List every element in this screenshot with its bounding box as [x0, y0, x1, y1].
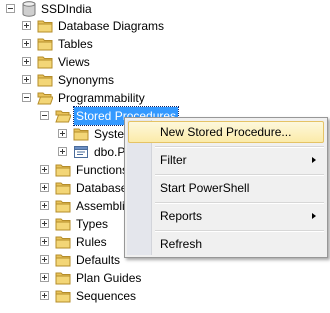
- tree-label[interactable]: SSDIndia: [39, 0, 94, 18]
- folder-icon: [73, 128, 89, 141]
- tree-label[interactable]: Programmability: [56, 89, 147, 107]
- expand-toggle[interactable]: [58, 129, 67, 138]
- tree-node-functions[interactable]: Functions: [0, 161, 124, 179]
- tree-node-rules[interactable]: Rules: [0, 233, 124, 251]
- expand-toggle[interactable]: [58, 147, 67, 156]
- menu-item-filter[interactable]: Filter: [128, 149, 324, 171]
- menu-item-new-stored-procedure[interactable]: New Stored Procedure...: [128, 121, 324, 143]
- menu-item-start-powershell[interactable]: Start PowerShell: [128, 177, 324, 199]
- expand-toggle[interactable]: [40, 219, 49, 228]
- expand-toggle[interactable]: [22, 21, 31, 30]
- tree-label[interactable]: Assemblies: [74, 197, 124, 215]
- collapse-toggle[interactable]: [6, 4, 15, 13]
- folder-icon: [55, 290, 71, 303]
- expand-toggle[interactable]: [40, 183, 49, 192]
- folder-icon: [55, 164, 71, 177]
- tree-node-plan-guides[interactable]: Plan Guides: [0, 269, 330, 287]
- tree-node-types[interactable]: Types: [0, 215, 124, 233]
- tree-node-dbo-procedure[interactable]: dbo.Procedure: [0, 143, 124, 161]
- submenu-arrow-icon: [312, 157, 316, 163]
- expand-toggle[interactable]: [40, 201, 49, 210]
- expand-toggle[interactable]: [40, 165, 49, 174]
- tree-label[interactable]: Database Diagrams: [56, 17, 166, 35]
- tree-node-sequences[interactable]: Sequences: [0, 287, 330, 305]
- menu-separator: [155, 146, 324, 148]
- tree-node-tables[interactable]: Tables: [0, 35, 330, 53]
- folder-open-icon: [55, 110, 71, 123]
- tree-label[interactable]: Synonyms: [56, 71, 116, 89]
- folder-icon: [55, 272, 71, 285]
- folder-icon: [55, 218, 71, 231]
- tree-label[interactable]: Views: [56, 53, 92, 71]
- expand-toggle[interactable]: [22, 39, 31, 48]
- tree-node-database-triggers[interactable]: Database Triggers: [0, 179, 124, 197]
- collapse-toggle[interactable]: [40, 111, 49, 120]
- menu-item-refresh[interactable]: Refresh: [128, 233, 324, 255]
- stored-procedure-icon: [74, 146, 88, 158]
- folder-icon: [37, 38, 53, 51]
- folder-icon: [55, 182, 71, 195]
- expand-toggle[interactable]: [40, 237, 49, 246]
- folder-open-icon: [37, 92, 53, 105]
- tree-node-database[interactable]: SSDIndia: [0, 0, 330, 18]
- expand-toggle[interactable]: [22, 57, 31, 66]
- menu-separator: [155, 230, 324, 232]
- tree-label[interactable]: dbo.Procedure: [92, 143, 124, 161]
- folder-icon: [37, 56, 53, 69]
- tree-label[interactable]: Database Triggers: [74, 179, 124, 197]
- expand-toggle[interactable]: [40, 255, 49, 264]
- tree-label[interactable]: Rules: [74, 233, 109, 251]
- expand-toggle[interactable]: [40, 291, 49, 300]
- expand-toggle[interactable]: [22, 75, 31, 84]
- submenu-arrow-icon: [312, 213, 316, 219]
- menu-separator: [155, 174, 324, 176]
- tree-node-programmability[interactable]: Programmability: [0, 89, 330, 107]
- menu-separator: [155, 202, 324, 204]
- folder-icon: [55, 236, 71, 249]
- tree-label[interactable]: Plan Guides: [74, 269, 143, 287]
- collapse-toggle[interactable]: [22, 93, 31, 102]
- tree-label[interactable]: Types: [74, 215, 110, 233]
- tree-label[interactable]: Defaults: [74, 251, 122, 269]
- folder-icon: [37, 74, 53, 87]
- tree-node-views[interactable]: Views: [0, 53, 330, 71]
- folder-icon: [37, 20, 53, 33]
- folder-icon: [55, 254, 71, 267]
- tree-label[interactable]: System Stored Procedures: [92, 125, 124, 143]
- menu-item-reports[interactable]: Reports: [128, 205, 324, 227]
- tree-node-synonyms[interactable]: Synonyms: [0, 71, 330, 89]
- tree-node-assemblies[interactable]: Assemblies: [0, 197, 124, 215]
- tree-node-database-diagrams[interactable]: Database Diagrams: [0, 17, 330, 35]
- database-icon: [22, 1, 36, 17]
- expand-toggle[interactable]: [40, 273, 49, 282]
- tree-label[interactable]: Tables: [56, 35, 95, 53]
- context-menu: New Stored Procedure... Filter Start Pow…: [124, 117, 328, 258]
- tree-node-system-stored-procedures[interactable]: System Stored Procedures: [0, 125, 124, 143]
- tree-label[interactable]: Functions: [74, 161, 124, 179]
- tree-label[interactable]: Sequences: [74, 287, 138, 305]
- folder-icon: [55, 200, 71, 213]
